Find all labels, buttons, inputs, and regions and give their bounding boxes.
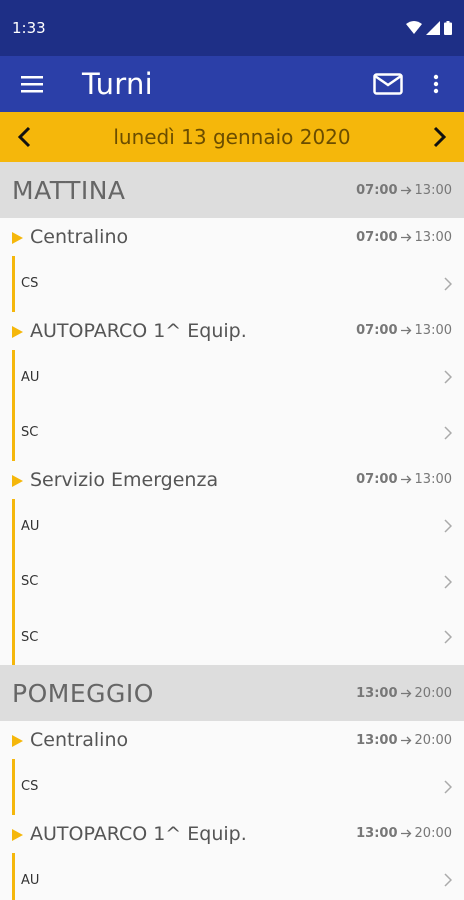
service-header: Centralino 13:00 20:00 <box>0 721 464 759</box>
period-name: MATTINA <box>12 175 126 205</box>
chevron-right-icon <box>444 780 452 794</box>
previous-day-button[interactable] <box>8 112 40 162</box>
role-code: CS <box>21 276 39 292</box>
current-date: lunedì 13 gennaio 2020 <box>113 125 351 149</box>
triangle-marker-icon <box>12 232 23 244</box>
end-time: 13:00 <box>414 182 452 198</box>
arrow-right-icon <box>400 689 411 697</box>
start-time: 07:00 <box>356 229 398 245</box>
service-time-range: 13:00 20:00 <box>356 826 452 841</box>
chevron-right-icon <box>444 630 452 644</box>
service-header: Centralino 07:00 13:00 <box>0 218 464 256</box>
role-code: SC <box>21 629 39 645</box>
service-group: Centralino 13:00 20:00 CS <box>0 721 464 815</box>
service-group: AUTOPARCO 1^ Equip. 13:00 20:00 AU <box>0 815 464 900</box>
service-time-range: 07:00 13:00 <box>356 230 452 245</box>
period-name: POMEGGIO <box>12 678 154 708</box>
more-options-button[interactable] <box>416 56 456 112</box>
service-name: Centralino <box>30 729 129 751</box>
chevron-right-icon <box>444 277 452 291</box>
service-header: AUTOPARCO 1^ Equip. 13:00 20:00 <box>0 815 464 853</box>
arrow-right-icon <box>400 233 411 241</box>
chevron-right-icon <box>433 126 447 148</box>
role-code: SC <box>21 574 39 590</box>
end-time: 13:00 <box>414 472 452 487</box>
service-header: Servizio Emergenza 07:00 13:00 <box>0 461 464 499</box>
shift-row[interactable]: SC <box>12 405 464 461</box>
menu-button[interactable] <box>0 56 64 112</box>
next-day-button[interactable] <box>424 112 456 162</box>
chevron-right-icon <box>444 519 452 533</box>
chevron-right-icon <box>444 426 452 440</box>
period-header-pomeggio: POMEGGIO 13:00 20:00 <box>0 665 464 721</box>
end-time: 20:00 <box>414 732 452 748</box>
arrow-right-icon <box>400 186 411 194</box>
role-code: AU <box>21 872 40 888</box>
end-time: 13:00 <box>414 229 452 245</box>
shift-list[interactable]: MATTINA 07:00 13:00 Centralino 07:00 13:… <box>0 162 464 900</box>
start-time: 07:00 <box>356 472 398 487</box>
shift-row[interactable]: CS <box>12 256 464 312</box>
role-code: AU <box>21 369 40 385</box>
menu-icon <box>21 76 43 93</box>
signal-icon <box>426 21 440 35</box>
shift-row[interactable]: SC <box>12 554 464 610</box>
start-time: 13:00 <box>356 826 398 841</box>
role-code: CS <box>21 779 39 795</box>
service-time-range: 07:00 13:00 <box>356 323 452 338</box>
shift-row[interactable]: AU <box>12 349 464 405</box>
end-time: 20:00 <box>414 826 452 841</box>
service-name: AUTOPARCO 1^ Equip. <box>30 319 247 342</box>
status-time: 1:33 <box>12 19 46 37</box>
triangle-marker-icon <box>12 735 23 747</box>
shift-row[interactable]: CS <box>12 759 464 815</box>
app-bar: Turni <box>0 56 464 112</box>
role-code: SC <box>21 425 39 441</box>
start-time: 07:00 <box>356 182 398 198</box>
arrow-right-icon <box>400 475 411 484</box>
wifi-icon <box>406 21 422 34</box>
end-time: 13:00 <box>414 323 452 338</box>
service-name: AUTOPARCO 1^ Equip. <box>30 822 247 845</box>
page-title: Turni <box>82 67 154 101</box>
end-time: 20:00 <box>414 685 452 701</box>
service-group: Servizio Emergenza 07:00 13:00 AU SC SC <box>0 461 464 665</box>
arrow-right-icon <box>400 829 411 838</box>
chevron-right-icon <box>444 873 452 887</box>
triangle-marker-icon <box>12 474 23 487</box>
more-vert-icon <box>433 74 439 94</box>
status-bar: 1:33 <box>0 0 464 56</box>
service-name: Centralino <box>30 226 129 248</box>
period-header-mattina: MATTINA 07:00 13:00 <box>0 162 464 218</box>
role-code: AU <box>21 518 40 534</box>
chevron-right-icon <box>444 575 452 589</box>
battery-icon <box>444 21 452 35</box>
mail-icon <box>373 73 403 95</box>
service-time-range: 13:00 20:00 <box>356 733 452 748</box>
triangle-marker-icon <box>12 828 23 841</box>
chevron-right-icon <box>444 370 452 384</box>
triangle-marker-icon <box>12 325 23 338</box>
arrow-right-icon <box>400 736 411 744</box>
service-group: Centralino 07:00 13:00 CS <box>0 218 464 312</box>
mail-button[interactable] <box>360 56 416 112</box>
shift-row[interactable]: AU <box>12 852 464 900</box>
start-time: 07:00 <box>356 323 398 338</box>
date-navigator: lunedì 13 gennaio 2020 <box>0 112 464 162</box>
service-name: Servizio Emergenza <box>30 468 219 491</box>
start-time: 13:00 <box>356 685 398 701</box>
start-time: 13:00 <box>356 732 398 748</box>
service-time-range: 07:00 13:00 <box>356 472 452 487</box>
service-header: AUTOPARCO 1^ Equip. 07:00 13:00 <box>0 312 464 350</box>
shift-row[interactable]: AU <box>12 498 464 554</box>
service-group: AUTOPARCO 1^ Equip. 07:00 13:00 AU SC <box>0 312 464 461</box>
chevron-left-icon <box>17 126 31 148</box>
period-time-range: 13:00 20:00 <box>356 686 452 701</box>
shift-row[interactable]: SC <box>12 609 464 665</box>
period-time-range: 07:00 13:00 <box>356 183 452 198</box>
arrow-right-icon <box>400 326 411 335</box>
system-icons <box>406 21 452 35</box>
